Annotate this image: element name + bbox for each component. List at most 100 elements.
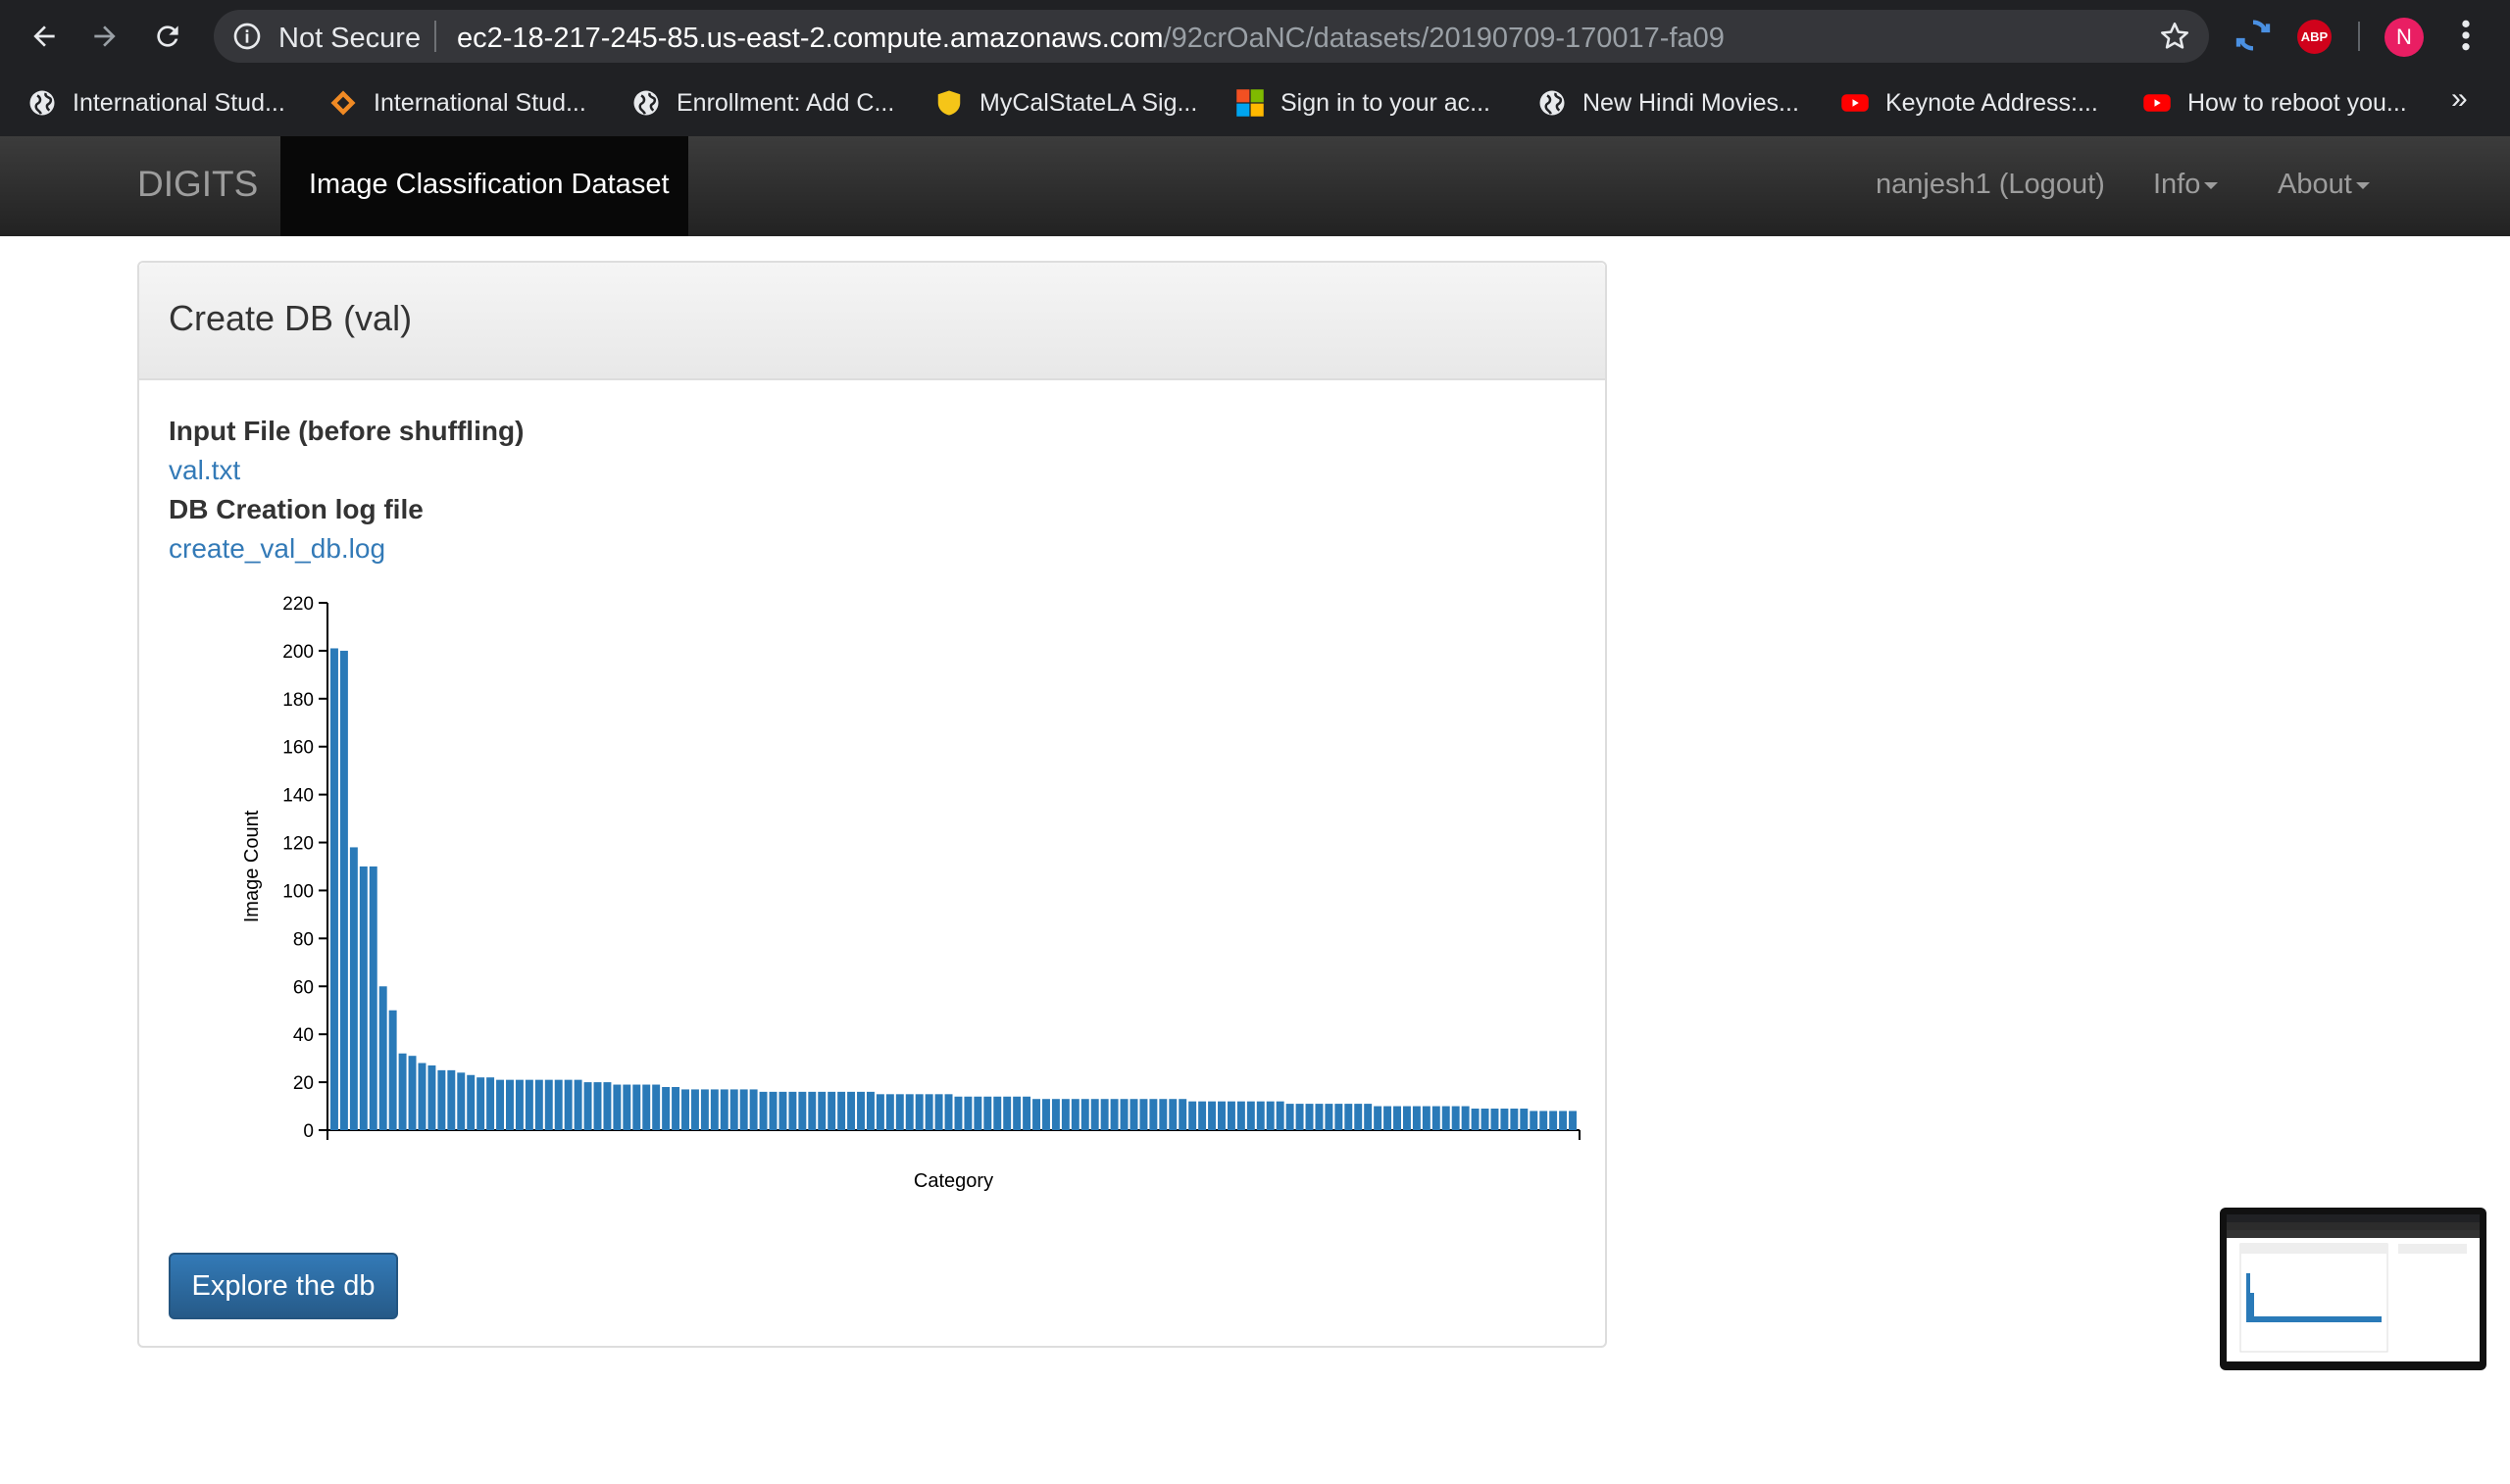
chart-bar [788, 1091, 797, 1130]
chart-bar [632, 1084, 641, 1130]
profile-avatar[interactable]: N [2384, 18, 2424, 57]
chart-bar [662, 1086, 671, 1130]
chart-bar [974, 1096, 982, 1130]
chart-bar [554, 1079, 563, 1130]
chart-bar [1071, 1099, 1079, 1130]
chart-bar [1080, 1099, 1089, 1130]
chart-bar [447, 1069, 456, 1130]
chart-bar [1344, 1104, 1353, 1130]
forward-arrow-icon [94, 25, 116, 47]
screenshot-thumbnail[interactable] [2220, 1208, 2486, 1370]
microsoft-icon [1235, 88, 1265, 118]
chart-bar [1042, 1099, 1050, 1130]
bookmark-label: International Stud... [73, 88, 285, 117]
info-icon[interactable] [231, 21, 263, 52]
brand-link[interactable]: DIGITS [137, 164, 258, 205]
y-tick-label: 140 [282, 786, 314, 807]
chrome-menu-icon[interactable] [2456, 16, 2476, 55]
bar-chart: 0 20 40 60 80 100 120 140 160 180 200 220 Category Im… [241, 594, 1581, 1192]
bookmark-item[interactable]: Sign in to your ac... [1235, 85, 1490, 121]
create-db-panel: Create DB (val) Input File (before shuff… [137, 261, 1607, 1348]
chart-bar [895, 1094, 904, 1130]
info-dropdown[interactable]: Info [2153, 169, 2219, 201]
chart-bar [1490, 1108, 1499, 1130]
chart-bar [613, 1084, 622, 1130]
y-tick-label: 20 [293, 1073, 314, 1094]
chart-bar [700, 1089, 709, 1130]
chart-bar [1295, 1104, 1304, 1130]
chart-bar [388, 1010, 397, 1130]
chart-bar [408, 1056, 417, 1130]
chart-bar [954, 1096, 963, 1130]
bookmark-item[interactable]: International Stud... [27, 85, 285, 121]
chart-bar [1305, 1104, 1314, 1130]
bookmarks-bar: International Stud... International Stud… [0, 72, 2510, 136]
chart-bar [1051, 1099, 1060, 1130]
y-tick-label: 0 [303, 1121, 314, 1142]
thumbnail-screen [2227, 1214, 2480, 1361]
chart-bar [1179, 1099, 1187, 1130]
chart-bar [876, 1094, 884, 1130]
log-file-label: DB Creation log file [169, 494, 424, 524]
chart-bar [457, 1072, 466, 1130]
chart-bar [564, 1079, 573, 1130]
toolbar-divider [2358, 22, 2360, 51]
adblock-extension-icon[interactable]: ABP [2297, 20, 2332, 54]
bookmark-item[interactable]: Enrollment: Add C... [631, 85, 894, 121]
sync-extension-icon[interactable] [2234, 16, 2273, 55]
chart-bar [652, 1084, 661, 1130]
about-dropdown[interactable]: About [2278, 169, 2370, 201]
panel-heading: Create DB (val) [139, 263, 1605, 380]
back-button[interactable] [20, 12, 69, 61]
globe-icon [631, 88, 661, 118]
chart-bar [739, 1089, 748, 1130]
chart-bar [818, 1091, 827, 1130]
nav-item-dataset[interactable]: Image Classification Dataset [280, 136, 688, 236]
y-tick-label: 40 [293, 1025, 314, 1046]
chart-bar [1569, 1111, 1577, 1130]
log-file-link[interactable]: create_val_db.log [169, 533, 385, 565]
chart-bar [1471, 1108, 1480, 1130]
chart-bar [1481, 1108, 1489, 1130]
forward-button[interactable] [80, 12, 129, 61]
url-text[interactable]: ec2-18-217-245-85.us-east-2.compute.amaz… [457, 23, 1725, 55]
chart-bar [1285, 1104, 1294, 1130]
chart-bar [837, 1091, 846, 1130]
chart-bar [339, 650, 348, 1130]
chart-bar [1198, 1101, 1207, 1130]
chart-bar [486, 1077, 495, 1130]
bookmark-item[interactable]: International Stud... [328, 85, 586, 121]
address-bar[interactable]: Not Secure ec2-18-217-245-85.us-east-2.c… [214, 10, 2209, 63]
input-file-link[interactable]: val.txt [169, 455, 240, 486]
bookmarks-overflow-button[interactable]: » [2451, 82, 2468, 116]
chart-bar [1441, 1106, 1450, 1130]
chart-bar [583, 1082, 592, 1130]
chart-bar [1461, 1106, 1470, 1130]
bookmark-star-icon[interactable] [2158, 20, 2191, 53]
chart-bar [1412, 1106, 1421, 1130]
chart-bar [710, 1089, 719, 1130]
chart-bar [1539, 1111, 1548, 1130]
y-tick-label: 160 [282, 738, 314, 759]
youtube-icon [2142, 88, 2172, 118]
bookmark-label: Enrollment: Add C... [677, 88, 895, 117]
reload-icon [157, 25, 178, 47]
chart-bar [925, 1094, 933, 1130]
chart-bar [1061, 1099, 1070, 1130]
reload-button[interactable] [143, 12, 192, 61]
chart-bar [905, 1094, 914, 1130]
chart-bar [1500, 1108, 1509, 1130]
bookmark-item[interactable]: Keynote Address:... [1840, 85, 2098, 121]
chart-bar [857, 1091, 865, 1130]
chart-bar [593, 1082, 602, 1130]
bookmark-item[interactable]: New Hindi Movies... [1537, 85, 1799, 121]
chart-bar [496, 1079, 505, 1130]
logout-link[interactable]: nanjesh1 (Logout) [1876, 169, 2105, 201]
bookmark-item[interactable]: MyCalStateLA Sig... [934, 85, 1197, 121]
bookmark-item[interactable]: How to reboot you... [2142, 85, 2407, 121]
chart-bar [1510, 1108, 1519, 1130]
y-tick-label: 80 [293, 929, 314, 950]
explore-db-button[interactable]: Explore the db [169, 1253, 398, 1319]
chart-bar [418, 1063, 427, 1130]
thumbnail-preview-graphic [2227, 1214, 2480, 1353]
